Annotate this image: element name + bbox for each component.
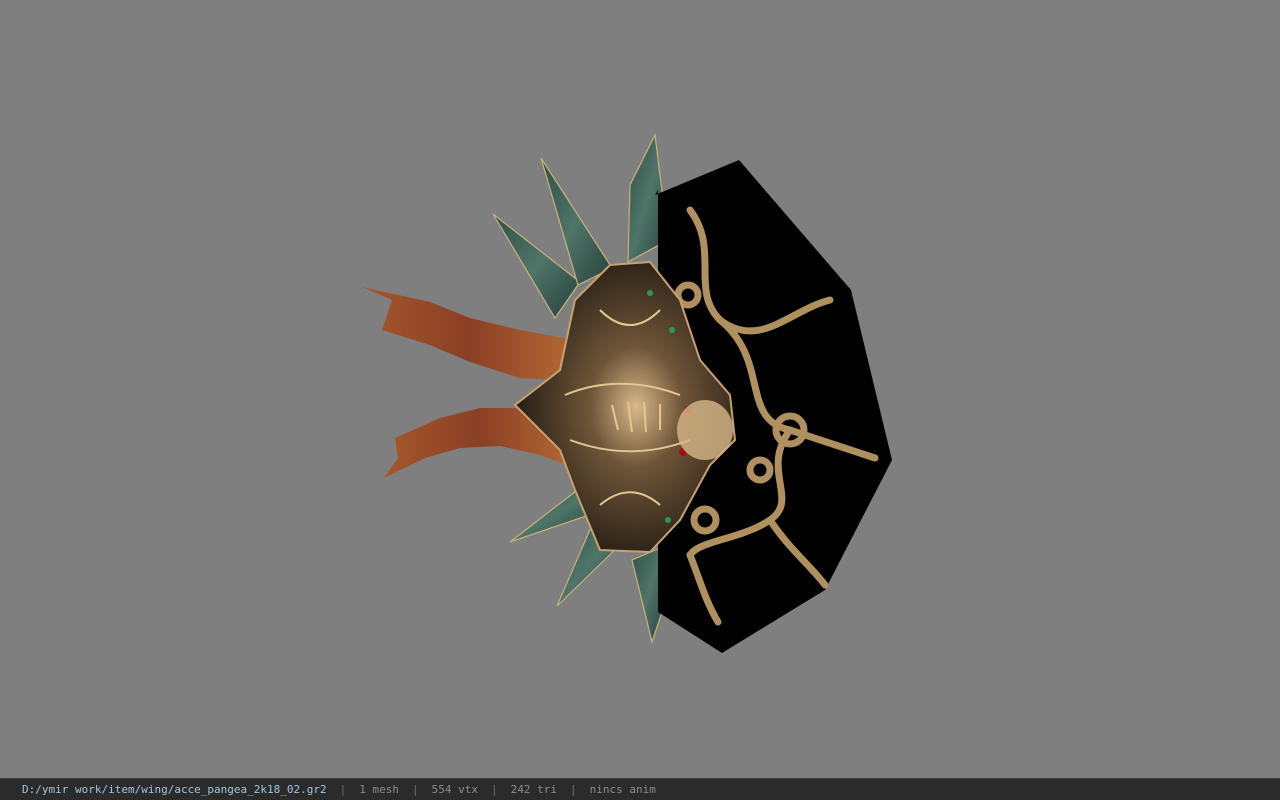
ribbon-upper [362,287,575,380]
eye-green [647,290,653,296]
vertex-count: 554 vtx [431,783,478,796]
separator: | [569,783,577,796]
eye-green [669,327,675,333]
mesh-count: 1 mesh [359,783,400,796]
separator: | [412,783,419,796]
wing-model-render [362,132,892,653]
snout [677,400,733,460]
separator: | [491,783,498,796]
animation-status: nincs anim [589,783,656,796]
triangle-count: 242 tri [510,783,557,796]
eye-green [665,517,671,523]
separator: | [339,783,347,796]
3d-viewport[interactable] [0,0,1280,778]
file-path: D:/ymir work/item/wing/acce_pangea_2k18_… [22,783,327,796]
status-bar: D:/ymir work/item/wing/acce_pangea_2k18_… [0,778,1280,800]
